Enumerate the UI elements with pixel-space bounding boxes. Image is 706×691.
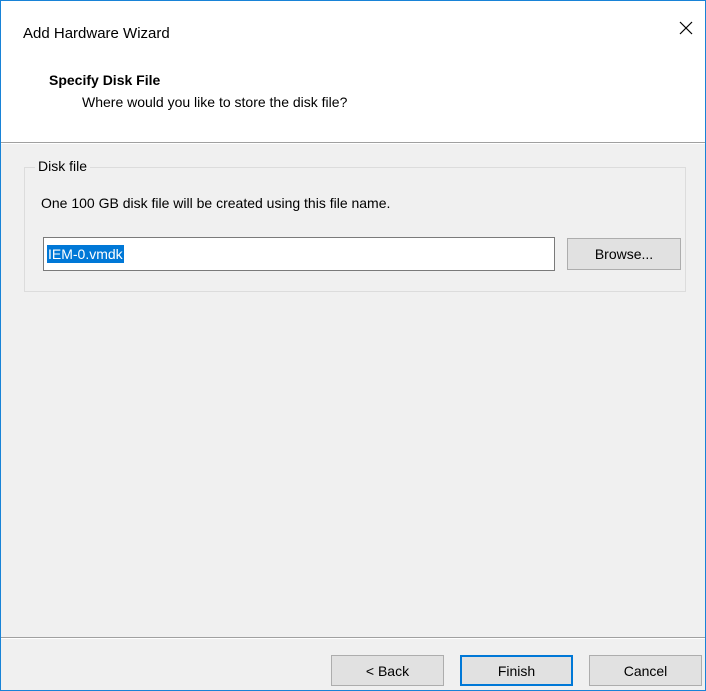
disk-file-name-input[interactable]: IEM-0.vmdk [43, 237, 555, 271]
disk-file-groupbox: Disk file One 100 GB disk file will be c… [24, 158, 686, 292]
window-title: Add Hardware Wizard [23, 25, 170, 42]
close-icon [678, 20, 694, 39]
header-divider-highlight [1, 143, 705, 144]
footer-divider-highlight [1, 638, 705, 639]
page-title: Specify Disk File [49, 72, 161, 88]
title-bar: Add Hardware Wizard [1, 1, 705, 67]
disk-file-name-value: IEM-0.vmdk [47, 245, 124, 263]
add-hardware-wizard-window: Add Hardware Wizard Specify Disk File Wh… [0, 0, 706, 691]
disk-file-description: One 100 GB disk file will be created usi… [41, 195, 391, 211]
back-button[interactable]: < Back [331, 655, 444, 686]
browse-button[interactable]: Browse... [567, 238, 681, 270]
close-button[interactable] [667, 13, 705, 45]
groupbox-legend: Disk file [35, 158, 91, 174]
page-subtitle: Where would you like to store the disk f… [82, 94, 348, 110]
cancel-button[interactable]: Cancel [589, 655, 702, 686]
finish-button[interactable]: Finish [460, 655, 573, 686]
wizard-header: Specify Disk File Where would you like t… [1, 67, 705, 142]
